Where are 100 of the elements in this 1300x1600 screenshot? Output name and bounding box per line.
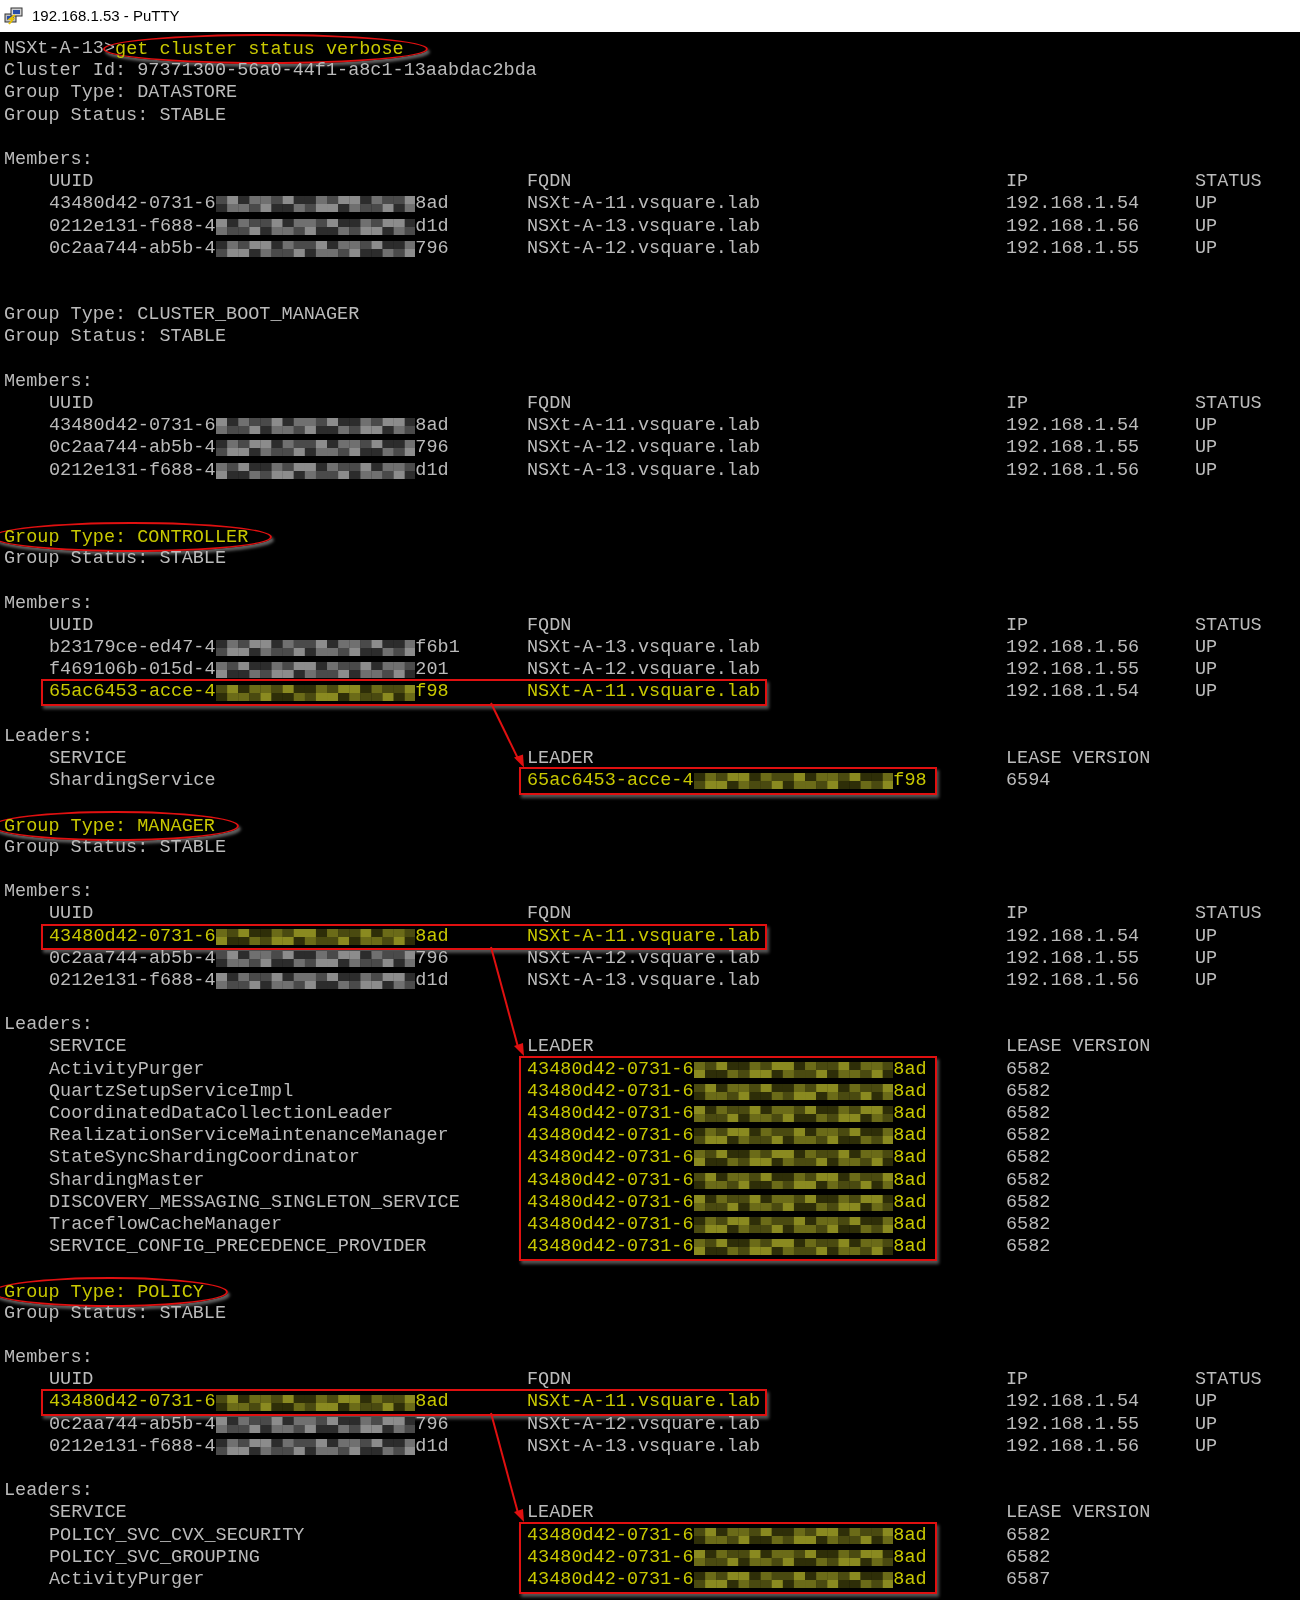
- lease-version: 6582: [1006, 1147, 1051, 1170]
- lease-version: 6582: [1006, 1213, 1051, 1237]
- uuid-suffix: 796: [415, 237, 449, 260]
- ip-text: 192.168.1.54: [1006, 925, 1140, 947]
- section-label: Leaders:: [4, 1480, 93, 1503]
- uuid-suffix: 8ad: [893, 1191, 927, 1214]
- section-label: Members:: [4, 370, 93, 393]
- service-name: DISCOVERY_MESSAGING_SINGLETON_SERVICE: [49, 1191, 460, 1214]
- ip-text: 192.168.1.56: [1006, 637, 1140, 659]
- column-header: UUID: [49, 393, 94, 414]
- uuid-suffix: 796: [415, 947, 449, 970]
- column-header: SERVICE: [49, 748, 127, 769]
- ip-text: 192.168.1.56: [1006, 215, 1140, 237]
- ip-text: 192.168.1.55: [1006, 437, 1140, 459]
- lease-version: 6594: [1006, 770, 1051, 793]
- service-name: RealizationServiceMaintenanceManager: [49, 1125, 449, 1148]
- arrow: [487, 702, 525, 768]
- ip-text: 192.168.1.54: [1006, 681, 1140, 703]
- status-text: UP: [1195, 659, 1218, 682]
- uuid-suffix: d1d: [415, 459, 449, 482]
- status-text: UP: [1195, 681, 1218, 704]
- service-name: StateSyncShardingCoordinator: [49, 1147, 360, 1170]
- lease-version: 6582: [1006, 1546, 1051, 1569]
- uuid-suffix: 8ad: [893, 1125, 927, 1148]
- uuid-prefix: 43480d42-0731-6: [49, 193, 216, 216]
- output-line: Group Status: STABLE: [4, 326, 227, 349]
- section-label: Members:: [4, 881, 93, 904]
- uuid-suffix: 8ad: [893, 1568, 927, 1592]
- uuid-prefix: 43480d42-0731-6: [527, 1191, 694, 1214]
- uuid-suffix: 8ad: [893, 1147, 927, 1170]
- uuid-prefix: 43480d42-0731-6: [527, 1236, 694, 1259]
- computer-icon[interactable]: [4, 6, 24, 26]
- uuid-prefix: 43480d42-0731-6: [527, 1213, 694, 1237]
- uuid-prefix: 43480d42-0731-6: [49, 1391, 216, 1414]
- uuid-prefix: 43480d42-0731-6: [49, 925, 216, 948]
- service-name: ActivityPurger: [49, 1568, 205, 1592]
- output-line: Group Type: CONTROLLER: [4, 527, 249, 549]
- column-header: FQDN: [527, 393, 572, 414]
- lease-version: 6582: [1006, 1236, 1051, 1259]
- uuid-suffix: 8ad: [415, 1391, 449, 1414]
- column-header: STATUS: [1195, 171, 1262, 193]
- section-label: Members:: [4, 148, 93, 172]
- column-header: STATUS: [1195, 393, 1262, 414]
- ip-text: 192.168.1.56: [1006, 1435, 1140, 1457]
- fqdn-text: NSXt-A-12.vsquare.lab: [527, 1413, 761, 1436]
- ip-text: 192.168.1.55: [1006, 1413, 1140, 1435]
- uuid-prefix: 0212e131-f688-4: [49, 459, 216, 482]
- lease-version: 6582: [1006, 1169, 1051, 1192]
- output-line: Group Type: DATASTORE: [4, 82, 238, 104]
- uuid-prefix: 0c2aa744-ab5b-4: [49, 437, 216, 460]
- section-label: Leaders:: [4, 1014, 93, 1037]
- column-header: FQDN: [527, 171, 572, 193]
- fqdn-text: NSXt-A-13.vsquare.lab: [527, 1435, 761, 1458]
- output-line: Cluster Id: 97371300-56a0-44f1-a8c1-13aabdac2bda: [4, 60, 537, 83]
- uuid-suffix: 796: [415, 437, 449, 460]
- status-text: UP: [1195, 925, 1218, 948]
- uuid-suffix: 8ad: [415, 925, 449, 948]
- fqdn-text: NSXt-A-13.vsquare.lab: [527, 459, 761, 482]
- uuid-prefix: 43480d42-0731-6: [527, 1568, 694, 1592]
- uuid-suffix: 8ad: [893, 1236, 927, 1259]
- uuid-suffix: f6b1: [415, 637, 460, 660]
- column-header: SERVICE: [49, 1036, 127, 1058]
- uuid-prefix: 43480d42-0731-6: [49, 415, 216, 438]
- column-header: LEASE VERSION: [1006, 1502, 1151, 1524]
- uuid-suffix: d1d: [415, 969, 449, 993]
- uuid-suffix: 8ad: [893, 1546, 927, 1569]
- status-text: UP: [1195, 415, 1218, 438]
- uuid-prefix: 43480d42-0731-6: [527, 1125, 694, 1148]
- lease-version: 6582: [1006, 1125, 1051, 1148]
- column-header: FQDN: [527, 903, 572, 925]
- status-text: UP: [1195, 1435, 1218, 1458]
- lease-version: 6582: [1006, 1080, 1051, 1103]
- fqdn-text: NSXt-A-11.vsquare.lab: [527, 193, 761, 216]
- uuid-suffix: 8ad: [893, 1524, 927, 1547]
- column-header: STATUS: [1195, 903, 1262, 925]
- fqdn-text: NSXt-A-12.vsquare.lab: [527, 237, 761, 260]
- ip-text: 192.168.1.55: [1006, 237, 1140, 259]
- uuid-prefix: 43480d42-0731-6: [527, 1058, 694, 1081]
- uuid-prefix: 65ac6453-acce-4: [49, 681, 216, 704]
- fqdn-text: NSXt-A-12.vsquare.lab: [527, 947, 761, 970]
- service-name: CoordinatedDataCollectionLeader: [49, 1103, 394, 1126]
- fqdn-text: NSXt-A-11.vsquare.lab: [527, 681, 761, 704]
- lease-version: 6582: [1006, 1058, 1051, 1081]
- column-header: UUID: [49, 614, 94, 636]
- column-header: SERVICE: [49, 1502, 127, 1524]
- ip-text: 192.168.1.56: [1006, 459, 1140, 481]
- status-text: UP: [1195, 437, 1218, 460]
- uuid-suffix: f98: [893, 770, 927, 793]
- uuid-prefix: 43480d42-0731-6: [527, 1524, 694, 1547]
- status-text: UP: [1195, 969, 1218, 993]
- ip-text: 192.168.1.55: [1006, 947, 1140, 969]
- column-header: STATUS: [1195, 1369, 1262, 1391]
- fqdn-text: NSXt-A-11.vsquare.lab: [527, 1391, 761, 1414]
- output-line: Group Type: CLUSTER_BOOT_MANAGER: [4, 304, 360, 326]
- column-header: UUID: [49, 903, 94, 925]
- column-header: IP: [1006, 1369, 1029, 1391]
- uuid-prefix: 43480d42-0731-6: [527, 1147, 694, 1170]
- ip-text: 192.168.1.54: [1006, 193, 1140, 215]
- column-header: LEADER: [527, 748, 594, 769]
- service-name: SERVICE_CONFIG_PRECEDENCE_PROVIDER: [49, 1236, 427, 1259]
